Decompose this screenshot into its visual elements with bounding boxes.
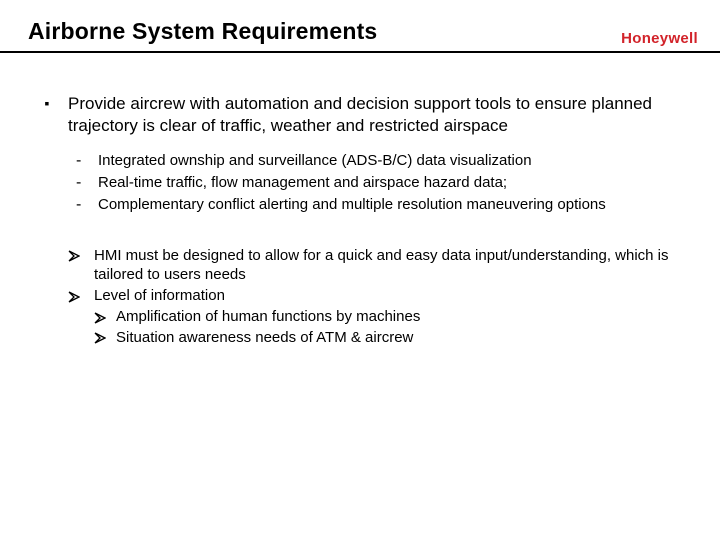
sub-bullet-text: Integrated ownship and surveillance (ADS… [98,151,680,171]
bullet-text: Provide aircrew with automation and deci… [68,93,680,137]
arrow-icon [68,286,84,305]
arrow-bullet: HMI must be designed to allow for a quic… [68,246,680,284]
arrow-bullet-text: Level of information [94,286,680,305]
arrow-icon [68,246,84,284]
slide-body: ▪ Provide aircrew with automation and de… [0,53,720,347]
sub-bullet: - Real-time traffic, flow management and… [76,173,680,193]
slide-header: Airborne System Requirements Honeywell [0,0,720,51]
bullet-level1: ▪ Provide aircrew with automation and de… [40,93,680,137]
sub-bullet: - Complementary conflict alerting and mu… [76,195,680,215]
sub-bullet-group: - Integrated ownship and surveillance (A… [76,151,680,216]
square-bullet-icon: ▪ [40,93,54,137]
nested-arrow-text: Amplification of human functions by mach… [116,307,680,326]
nested-arrow-text: Situation awareness needs of ATM & aircr… [116,328,680,347]
honeywell-logo: Honeywell [621,30,698,47]
nested-arrow-bullet: Amplification of human functions by mach… [94,307,680,326]
arrow-icon [94,328,110,347]
arrow-bullet: Level of information [68,286,680,305]
slide-title: Airborne System Requirements [28,18,692,45]
dash-icon: - [76,195,88,215]
sub-bullet: - Integrated ownship and surveillance (A… [76,151,680,171]
nested-arrow-bullet: Situation awareness needs of ATM & aircr… [94,328,680,347]
sub-bullet-text: Real-time traffic, flow management and a… [98,173,680,193]
arrow-icon [94,307,110,326]
dash-icon: - [76,151,88,171]
sub-bullet-text: Complementary conflict alerting and mult… [98,195,680,215]
dash-icon: - [76,173,88,193]
arrow-bullet-text: HMI must be designed to allow for a quic… [94,246,680,284]
